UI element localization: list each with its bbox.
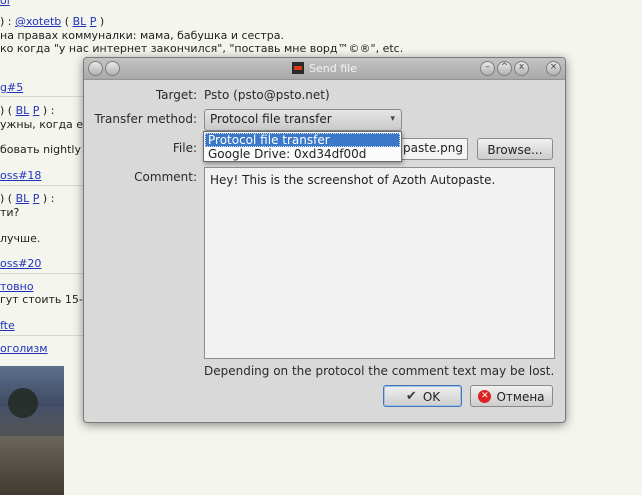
post-header-line: ) : @xotetb ( BL P ) <box>0 15 105 28</box>
divider <box>0 273 90 274</box>
post-text-line: ти? <box>0 206 20 219</box>
post-text-line: гут стоить 15- <box>0 293 83 306</box>
post-link[interactable]: fte <box>0 319 15 332</box>
close-button[interactable]: × <box>546 61 561 76</box>
post-text-line: ко когда "у нас интернет закончился", "п… <box>0 42 404 55</box>
tag-link[interactable]: oss#18 <box>0 169 41 182</box>
post-header-line: ) ( BL P ) : <box>0 104 55 117</box>
send-file-dialog: Send file – ^ x × Target: Psto (psto@pst… <box>83 57 566 423</box>
transfer-method-label: Transfer method: <box>94 112 197 126</box>
transfer-method-value: Protocol file transfer <box>210 112 332 126</box>
cancel-label: Отмена <box>496 390 545 404</box>
protocol-hint: Depending on the protocol the comment te… <box>204 364 555 378</box>
minimize-icon: – <box>485 62 490 72</box>
dropdown-option-protocol[interactable]: Protocol file transfer <box>205 133 400 147</box>
comment-text: Hey! This is the screenshot of Azoth Aut… <box>210 173 496 187</box>
user-link[interactable]: @xotetb <box>15 15 61 28</box>
dialog-title: Send file <box>309 62 357 75</box>
ok-button[interactable]: ✔ OK <box>383 385 462 407</box>
target-label: Target: <box>155 88 197 102</box>
check-icon: ✔ <box>405 389 417 404</box>
post-link[interactable]: оголизм <box>0 342 48 355</box>
cancel-icon: ✕ <box>478 390 492 403</box>
divider <box>0 335 90 336</box>
dropdown-option-google-drive[interactable]: Google Drive: 0xd34df00d <box>205 147 400 161</box>
post-header-line: ) ( BL P ) : <box>0 192 55 205</box>
photo-thumbnail[interactable] <box>0 366 64 495</box>
maximize-button[interactable]: x <box>514 61 529 76</box>
chevron-down-icon: ▾ <box>390 114 395 124</box>
app-icon <box>292 61 305 74</box>
post-text-line: ужны, когда е <box>0 118 84 131</box>
post-text-line: на правах коммуналки: мама, бабушка и се… <box>0 29 284 42</box>
dialog-titlebar[interactable]: Send file – ^ x × <box>84 58 565 80</box>
top-link[interactable]: ol <box>0 0 10 7</box>
transfer-method-dropdown: Protocol file transfer Google Drive: 0xd… <box>203 131 402 162</box>
target-value: Psto (psto@psto.net) <box>204 88 330 102</box>
tag-link[interactable]: oss#20 <box>0 257 41 270</box>
ok-label: OK <box>422 390 441 404</box>
file-path-value: paste.png <box>403 141 463 155</box>
tag-link[interactable]: g#5 <box>0 81 23 94</box>
file-label: File: <box>172 141 197 155</box>
transfer-method-combo[interactable]: Protocol file transfer ▾ <box>204 109 402 131</box>
comment-label: Comment: <box>134 170 197 184</box>
post-text-line: бовать nightly <box>0 143 81 156</box>
maximize-icon: x <box>518 62 525 72</box>
restore-button[interactable]: ^ <box>497 61 512 76</box>
bl-link[interactable]: BL <box>16 104 30 117</box>
restore-icon: ^ <box>500 62 509 72</box>
bl-link[interactable]: BL <box>16 192 30 205</box>
browse-button[interactable]: Browse... <box>477 138 553 160</box>
post-text-line: лучше. <box>0 232 41 245</box>
minimize-button[interactable]: – <box>480 61 495 76</box>
bl-link[interactable]: BL <box>73 15 87 28</box>
comment-textarea[interactable]: Hey! This is the screenshot of Azoth Aut… <box>204 167 555 359</box>
divider <box>0 96 90 97</box>
divider <box>0 185 90 186</box>
cancel-button[interactable]: ✕ Отмена <box>470 385 553 407</box>
close-icon: × <box>549 62 558 72</box>
post-link[interactable]: товно <box>0 280 34 293</box>
